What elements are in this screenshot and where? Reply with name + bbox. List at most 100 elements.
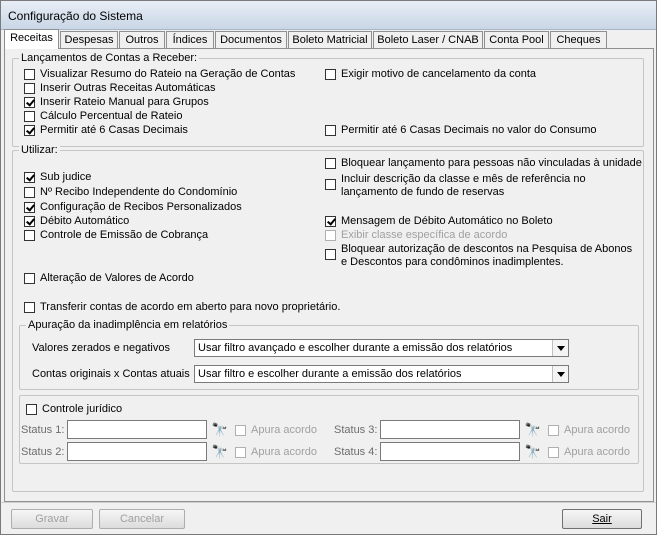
cb-transferir-contas[interactable]: Transferir contas de acordo em aberto pa…	[24, 301, 340, 314]
status1-input[interactable]	[67, 420, 207, 439]
chevron-down-icon[interactable]	[552, 366, 568, 382]
checkbox-box[interactable]	[26, 404, 37, 415]
utilizar-group: Utilizar: Sub judice Nº Recibo Independe…	[12, 144, 644, 492]
checkbox-box[interactable]	[24, 69, 35, 80]
cb-6-casas[interactable]: Permitir até 6 Casas Decimais	[24, 124, 188, 137]
cb-apura-acordo-3[interactable]: Apura acordo	[548, 424, 630, 437]
cb-apura-acordo-1[interactable]: Apura acordo	[235, 424, 317, 437]
cb-label: Cálculo Percentual de Rateio	[40, 110, 183, 122]
cb-label: Apura acordo	[251, 424, 318, 436]
tab-despesas[interactable]: Despesas	[60, 31, 118, 48]
cb-label: Exigir motivo de cancelamento da conta	[341, 68, 537, 80]
cb-label: Bloquear autorização de descontos na Pes…	[341, 243, 633, 268]
binoculars-icon[interactable]: 🔭	[523, 420, 543, 439]
cb-rateio-manual[interactable]: Inserir Rateio Manual para Grupos	[24, 96, 209, 109]
cb-recibos-personalizados[interactable]: Configuração de Recibos Personalizados	[24, 201, 242, 214]
cb-label: Apura acordo	[251, 446, 318, 458]
lancamentos-label: Lançamentos de Contas a Receber:	[19, 52, 200, 64]
checkbox-box[interactable]	[24, 302, 35, 313]
cb-calculo-percentual[interactable]: Cálculo Percentual de Rateio	[24, 110, 182, 123]
cb-bloquear-lancamento[interactable]: Bloquear lançamento para pessoas não vin…	[325, 157, 642, 170]
status2-input[interactable]	[67, 442, 207, 461]
checkbox-box[interactable]	[548, 447, 559, 458]
binoculars-icon[interactable]: 🔭	[210, 442, 230, 461]
status4-label: Status 4:	[334, 446, 378, 458]
utilizar-label: Utilizar:	[19, 144, 60, 156]
gravar-label: Gravar	[35, 513, 69, 525]
sair-button[interactable]: Sair	[562, 509, 642, 529]
cb-label: Sub judice	[40, 171, 92, 183]
cb-visualizar-resumo[interactable]: Visualizar Resumo do Rateio na Geração d…	[24, 68, 295, 81]
cb-6-casas-consumo[interactable]: Permitir até 6 Casas Decimais no valor d…	[325, 124, 597, 137]
cb-label: Nº Recibo Independente do Condomínio	[40, 186, 238, 198]
checkbox-box[interactable]	[325, 179, 336, 190]
window-title: Configuração do Sistema	[8, 9, 143, 23]
cb-label: Exibir classe específica de acordo	[341, 229, 508, 241]
checkbox-box[interactable]	[325, 216, 336, 227]
cb-apura-acordo-4[interactable]: Apura acordo	[548, 446, 630, 459]
cancelar-button[interactable]: Cancelar	[99, 509, 185, 529]
checkbox-box[interactable]	[235, 447, 246, 458]
tab-indices[interactable]: Índices	[166, 31, 214, 48]
checkbox-box[interactable]	[24, 202, 35, 213]
tab-receitas[interactable]: Receitas	[4, 29, 59, 49]
binoculars-icon[interactable]: 🔭	[523, 442, 543, 461]
originais-select[interactable]: Usar filtro e escolher durante a emissão…	[194, 365, 569, 383]
checkbox-box[interactable]	[235, 425, 246, 436]
checkbox-box[interactable]	[24, 187, 35, 198]
cb-label: Incluir descrição da classe e mês de ref…	[341, 173, 586, 198]
checkbox-box[interactable]	[24, 172, 35, 183]
cb-outras-receitas[interactable]: Inserir Outras Receitas Automáticas	[24, 82, 215, 95]
cb-controle-juridico[interactable]: Controle jurídico	[26, 403, 122, 416]
cb-incluir-descricao[interactable]: Incluir descrição da classe e mês de ref…	[325, 173, 635, 199]
checkbox-box[interactable]	[24, 230, 35, 241]
apuracao-group: Apuração da inadimplência em relatórios …	[19, 319, 639, 390]
tab-documentos[interactable]: Documentos	[215, 31, 287, 48]
checkbox-box[interactable]	[548, 425, 559, 436]
checkbox-box[interactable]	[24, 216, 35, 227]
originais-label: Contas originais x Contas atuais	[32, 368, 190, 380]
cb-label: Controle de Emissão de Cobrança	[40, 229, 209, 241]
config-window: Configuração do Sistema Receitas Despesa…	[0, 0, 657, 535]
chevron-down-icon[interactable]	[552, 340, 568, 356]
checkbox-box[interactable]	[325, 230, 336, 241]
status4-input[interactable]	[380, 442, 520, 461]
tab-boleto-laser[interactable]: Boleto Laser / CNAB	[373, 31, 483, 48]
cb-exibir-classe[interactable]: Exibir classe específica de acordo	[325, 229, 507, 242]
cb-recibo-independente[interactable]: Nº Recibo Independente do Condomínio	[24, 186, 237, 199]
tab-conta-pool[interactable]: Conta Pool	[484, 31, 549, 48]
cb-apura-acordo-2[interactable]: Apura acordo	[235, 446, 317, 459]
cb-mensagem-debito[interactable]: Mensagem de Débito Automático no Boleto	[325, 215, 553, 228]
cb-sub-judice[interactable]: Sub judice	[24, 171, 91, 184]
checkbox-box[interactable]	[24, 125, 35, 136]
zerados-label: Valores zerados e negativos	[32, 342, 170, 354]
tab-cheques[interactable]: Cheques	[550, 31, 607, 48]
checkbox-box[interactable]	[325, 125, 336, 136]
tab-boleto-matricial[interactable]: Boleto Matricial	[288, 31, 372, 48]
gravar-button[interactable]: Gravar	[11, 509, 93, 529]
checkbox-box[interactable]	[325, 69, 336, 80]
cb-debito-automatico[interactable]: Débito Automático	[24, 215, 129, 228]
lancamentos-group: Lançamentos de Contas a Receber: Visuali…	[12, 52, 644, 147]
checkbox-box[interactable]	[325, 158, 336, 169]
cb-exigir-motivo[interactable]: Exigir motivo de cancelamento da conta	[325, 68, 536, 81]
binoculars-icon[interactable]: 🔭	[210, 420, 230, 439]
checkbox-box[interactable]	[24, 111, 35, 122]
checkbox-box[interactable]	[24, 273, 35, 284]
zerados-select[interactable]: Usar filtro avançado e escolher durante …	[194, 339, 569, 357]
title-bar: Configuração do Sistema	[1, 1, 656, 30]
cb-bloquear-autorizacao[interactable]: Bloquear autorização de descontos na Pes…	[325, 243, 637, 269]
cb-controle-emissao[interactable]: Controle de Emissão de Cobrança	[24, 229, 208, 242]
checkbox-box[interactable]	[24, 97, 35, 108]
cb-label: Permitir até 6 Casas Decimais no valor d…	[341, 124, 597, 136]
cb-label: Configuração de Recibos Personalizados	[40, 201, 242, 213]
checkbox-box[interactable]	[24, 83, 35, 94]
status3-input[interactable]	[380, 420, 520, 439]
checkbox-box[interactable]	[325, 249, 336, 260]
status2-label: Status 2:	[21, 446, 65, 458]
juridico-group: Controle jurídico Status 1: 🔭 Apura acor…	[19, 395, 639, 464]
tab-outros[interactable]: Outros	[119, 31, 165, 48]
cb-alteracao-valores[interactable]: Alteração de Valores de Acordo	[24, 272, 194, 285]
cb-label: Controle jurídico	[42, 403, 123, 415]
footer-separator	[1, 502, 656, 503]
